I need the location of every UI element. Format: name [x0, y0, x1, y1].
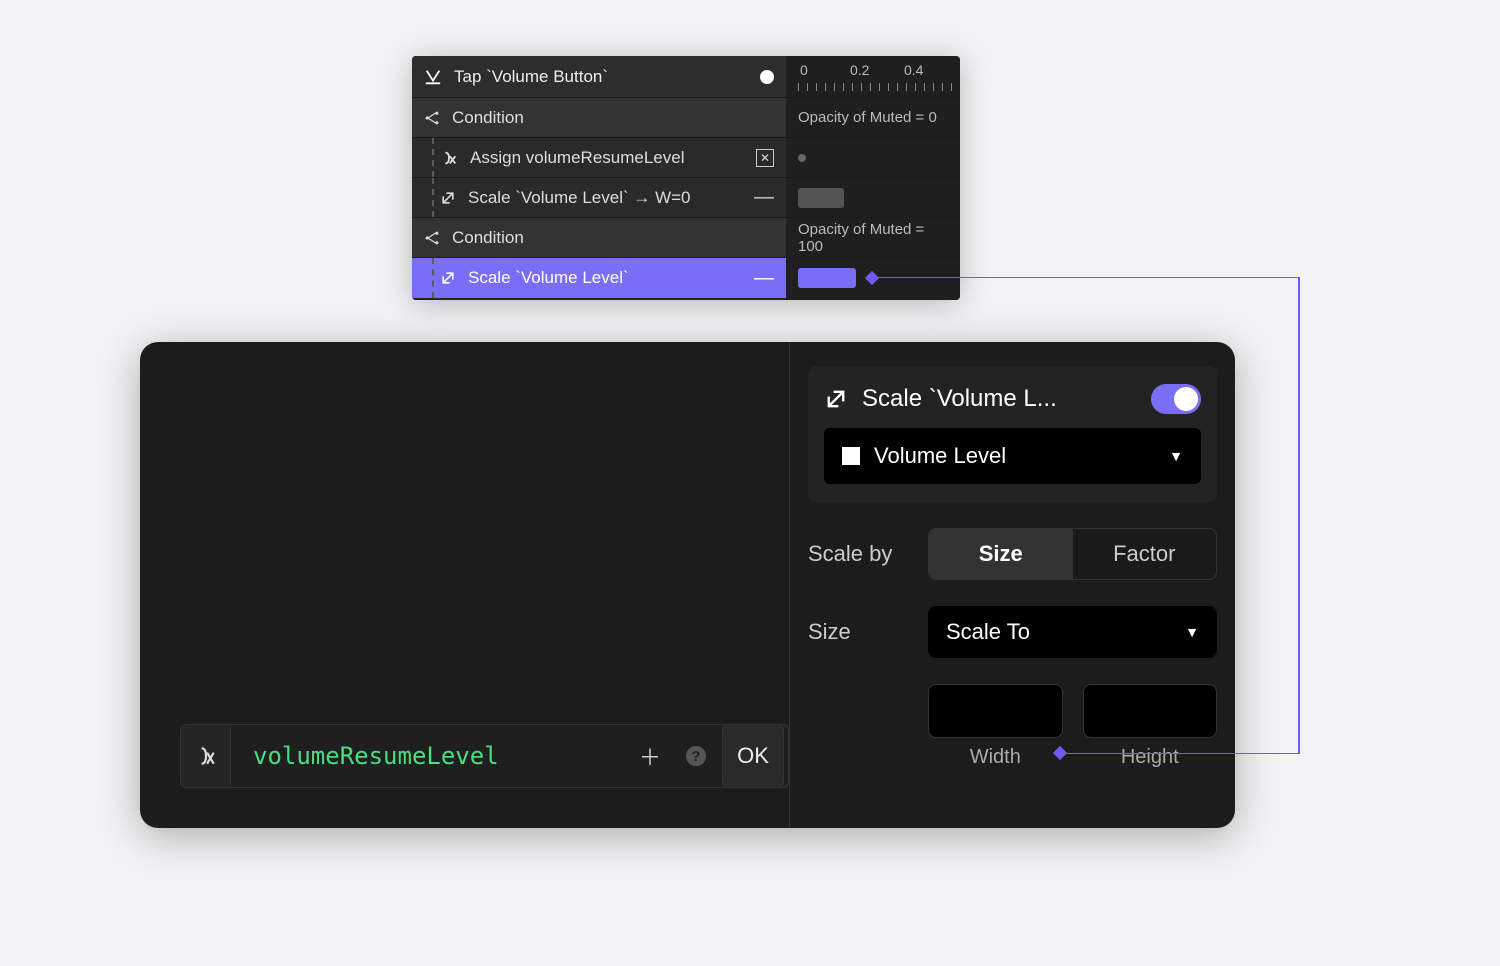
timeline-row-label: Condition	[452, 228, 774, 248]
timeline-row-assign[interactable]: Assign volumeResumeLevel ✕	[412, 138, 786, 178]
fx-icon	[181, 725, 231, 787]
timeline-track-column: 0 0.2 0.4 Opacity of Muted = 0 Opacity o…	[786, 56, 960, 300]
target-swatch-icon	[842, 447, 860, 465]
record-indicator-icon	[760, 70, 774, 84]
height-input[interactable]	[1083, 684, 1218, 738]
scale-icon	[440, 270, 456, 286]
animation-bar[interactable]	[798, 268, 856, 288]
svg-text:?: ?	[691, 748, 700, 765]
timeline-row-scale-selected[interactable]: Scale `Volume Level` —	[412, 258, 786, 298]
formula-input[interactable]: volumeResumeLevel	[237, 742, 624, 770]
timeline-track-assign	[786, 138, 960, 178]
fx-icon	[440, 149, 458, 167]
size-row: Size Scale To ▼	[808, 606, 1217, 658]
track-text: Opacity of Muted = 0	[798, 109, 937, 126]
timeline-header[interactable]: Tap `Volume Button`	[412, 56, 786, 98]
help-icon[interactable]: ?	[676, 736, 716, 776]
timeline-row-label: Assign volumeResumeLevel	[470, 148, 744, 168]
track-text: Opacity of Muted = 100	[798, 221, 948, 255]
timeline-row-scale-w0[interactable]: Scale `Volume Level` → W=0 —	[412, 178, 786, 218]
collapse-icon[interactable]: —	[754, 267, 774, 290]
timeline-row-condition-2[interactable]: Condition	[412, 218, 786, 258]
action-enabled-toggle[interactable]	[1151, 384, 1201, 414]
height-label: Height	[1083, 746, 1218, 769]
timeline-panel: Tap `Volume Button` Condition Assign vol…	[412, 56, 960, 300]
scale-by-segment: Size Factor	[928, 528, 1217, 580]
wh-labels: Width Height	[928, 746, 1217, 769]
width-label: Width	[928, 746, 1063, 769]
timeline-row-label: Scale `Volume Level`	[468, 268, 742, 288]
tap-icon	[424, 68, 442, 86]
target-dropdown[interactable]: Volume Level ▼	[824, 428, 1201, 484]
branch-icon	[424, 230, 440, 246]
scale-icon	[440, 190, 456, 206]
scale-by-label: Scale by	[808, 541, 908, 567]
formula-bar: volumeResumeLevel ＋ ? OK	[180, 724, 789, 788]
inspector-panel: volumeResumeLevel ＋ ? OK Scale `Volume L…	[140, 342, 1235, 828]
segment-factor[interactable]: Factor	[1073, 529, 1217, 579]
ruler-marks	[798, 83, 960, 91]
add-icon[interactable]: ＋	[630, 736, 670, 776]
width-input[interactable]	[928, 684, 1063, 738]
size-label: Size	[808, 619, 908, 645]
keyframe-dot-icon[interactable]	[798, 154, 806, 162]
ok-button[interactable]: OK	[722, 724, 784, 788]
timeline-track-cond1: Opacity of Muted = 0	[786, 98, 960, 138]
target-label: Volume Level	[874, 443, 1155, 469]
chevron-down-icon: ▼	[1169, 448, 1183, 464]
ok-button-label: OK	[737, 743, 769, 769]
wh-inputs	[928, 684, 1217, 738]
size-mode-dropdown[interactable]: Scale To ▼	[928, 606, 1217, 658]
segment-size[interactable]: Size	[929, 529, 1073, 579]
timeline-track-cond2: Opacity of Muted = 100	[786, 218, 960, 258]
ruler-tick: 0.2	[850, 62, 869, 78]
timeline-header-title: Tap `Volume Button`	[454, 67, 748, 87]
inspector-properties: Scale `Volume L... Volume Level ▼ Scale …	[790, 342, 1235, 828]
branch-icon	[424, 110, 440, 126]
inspector-canvas-area: volumeResumeLevel ＋ ? OK	[140, 342, 790, 828]
scale-icon	[824, 387, 848, 411]
connector-line	[1298, 277, 1300, 754]
timeline-ruler[interactable]: 0 0.2 0.4	[786, 56, 960, 98]
timeline-row-label: Scale `Volume Level` → W=0	[468, 188, 742, 208]
ruler-tick: 0	[800, 62, 808, 78]
collapse-icon[interactable]: —	[754, 186, 774, 209]
action-card-title: Scale `Volume L...	[862, 385, 1137, 413]
timeline-actions-column: Tap `Volume Button` Condition Assign vol…	[412, 56, 786, 300]
action-card: Scale `Volume L... Volume Level ▼	[808, 366, 1217, 502]
timeline-row-label: Condition	[452, 108, 774, 128]
close-icon[interactable]: ✕	[756, 149, 774, 167]
ruler-tick: 0.4	[904, 62, 923, 78]
scale-by-row: Scale by Size Factor	[808, 528, 1217, 580]
timeline-track-scale-w0	[786, 178, 960, 218]
chevron-down-icon: ▼	[1185, 624, 1199, 640]
animation-bar[interactable]	[798, 188, 844, 208]
timeline-row-condition-1[interactable]: Condition	[412, 98, 786, 138]
size-mode-label: Scale To	[946, 619, 1185, 645]
